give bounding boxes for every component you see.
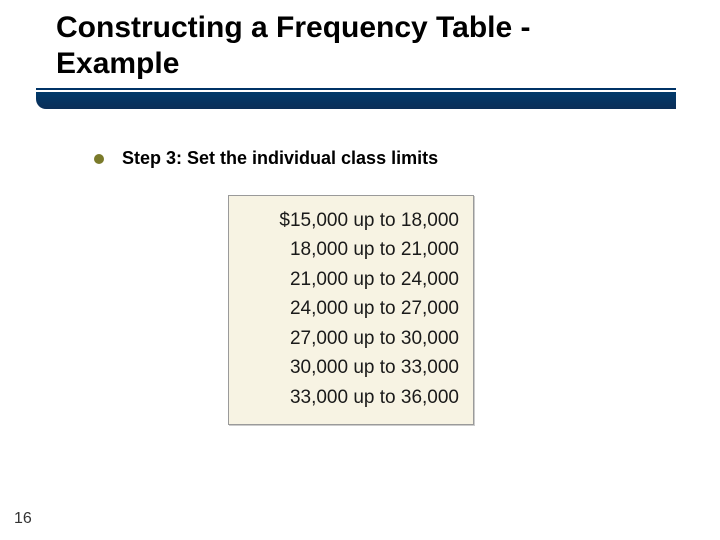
class-limit-row: 24,000 up to 27,000 xyxy=(243,294,459,323)
class-limits-box: $15,000 up to 18,000 18,000 up to 21,000… xyxy=(228,195,474,425)
step-bullet-row: Step 3: Set the individual class limits xyxy=(94,148,438,169)
class-limit-row: 21,000 up to 24,000 xyxy=(243,265,459,294)
class-limit-row: 30,000 up to 33,000 xyxy=(243,353,459,382)
title-line-2: Example xyxy=(56,47,179,80)
bullet-icon xyxy=(94,154,104,164)
class-limit-row: 18,000 up to 21,000 xyxy=(243,235,459,264)
class-limit-row: $15,000 up to 18,000 xyxy=(243,206,459,235)
slide-title: Constructing a Frequency Table - Example xyxy=(56,10,676,82)
class-limit-row: 33,000 up to 36,000 xyxy=(243,383,459,412)
title-line-1: Constructing a Frequency Table - xyxy=(56,11,531,44)
step-text: Step 3: Set the individual class limits xyxy=(122,148,438,169)
page-number: 16 xyxy=(14,510,32,528)
title-underline xyxy=(36,88,676,110)
class-limit-row: 27,000 up to 30,000 xyxy=(243,324,459,353)
